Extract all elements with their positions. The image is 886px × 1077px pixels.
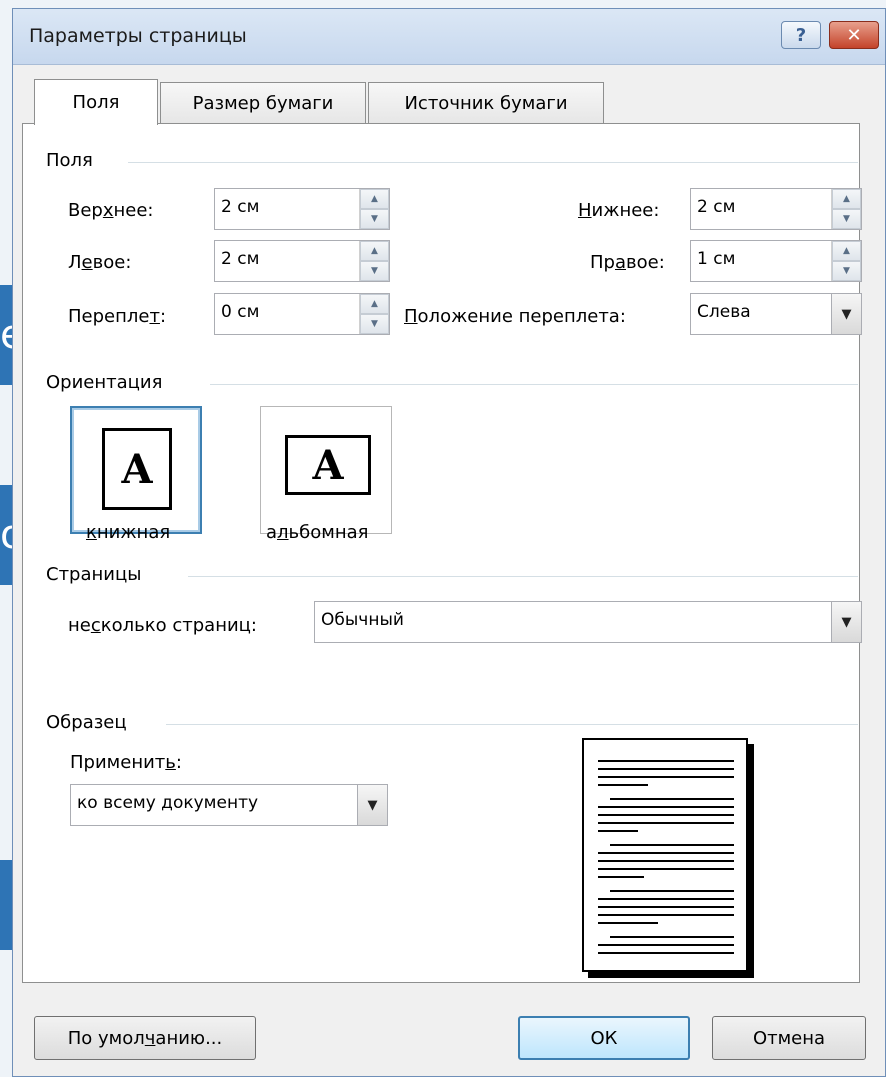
preview-line [598,906,734,908]
right-margin-spinner[interactable]: ▲ ▼ [831,241,861,281]
bottom-margin-spinner[interactable]: ▲ ▼ [831,189,861,229]
preview-line [598,784,648,786]
preview-line [598,914,734,916]
preview-line [598,860,734,862]
tab-paper-size[interactable]: Размер бумаги [160,82,366,124]
portrait-page-icon: A [102,428,172,510]
preview-line [598,806,734,808]
spin-down-icon[interactable]: ▼ [832,209,861,229]
gutter-position-value: Слева [697,302,751,322]
landscape-page-icon: A [285,435,371,495]
ok-button[interactable]: ОК [518,1016,690,1060]
top-margin-value: 2 см [221,197,260,217]
spin-down-icon[interactable]: ▼ [360,261,389,281]
multiple-pages-value: Обычный [321,610,404,630]
preview-line [610,844,734,846]
left-margin-label: Левое: [68,252,132,273]
landscape-label: альбомная [266,522,369,543]
group-divider [210,384,858,385]
gutter-position-label: Положение переплета: [404,306,626,327]
background-fragment: o [0,485,12,585]
preview-line [598,944,734,946]
sample-group-label: Образец [46,712,127,733]
top-margin-label: Верхнее: [68,200,154,221]
spin-up-icon[interactable]: ▲ [360,189,389,209]
help-icon: ? [795,24,807,46]
tab-paper-source[interactable]: Источник бумаги [368,82,604,124]
multiple-pages-label: несколько страниц: [68,615,257,636]
title-bar: Параметры страницы ? ✕ [13,9,885,65]
spin-down-icon[interactable]: ▼ [360,209,389,229]
window-title: Параметры страницы [29,25,247,47]
cancel-button[interactable]: Отмена [712,1016,866,1060]
spin-up-icon[interactable]: ▲ [360,241,389,261]
landscape-option[interactable]: A [260,406,392,534]
group-divider [128,162,858,163]
spin-up-icon[interactable]: ▲ [832,241,861,261]
dropdown-arrow-icon[interactable]: ▼ [357,785,387,825]
background-fragment: e [0,285,12,385]
preview-line [598,814,734,816]
dropdown-arrow-icon[interactable]: ▼ [831,602,861,642]
apply-to-select[interactable]: ко всему документу [70,784,388,826]
background-fragment [0,860,12,950]
set-default-button[interactable]: По умол ч анию... [34,1016,256,1060]
orientation-group-label: Ориентация [46,372,163,393]
preview-line [598,876,644,878]
gutter-spinner[interactable]: ▲ ▼ [359,294,389,334]
margins-group-label: Поля [46,150,93,171]
group-divider [188,576,858,577]
preview-line [598,922,658,924]
bottom-margin-value: 2 см [697,197,736,217]
apply-to-label: Применить: [70,752,182,773]
portrait-option[interactable]: A [70,406,202,534]
close-icon: ✕ [846,24,862,46]
preview-line [598,768,734,770]
right-margin-label: Правое: [590,252,665,273]
preview-line [610,936,734,938]
top-margin-spinner[interactable]: ▲ ▼ [359,189,389,229]
preview-line [598,760,734,762]
preview-line [598,898,734,900]
dropdown-arrow-icon[interactable]: ▼ [831,294,861,334]
group-divider [166,724,858,725]
page-preview [582,738,748,972]
spin-up-icon[interactable]: ▲ [360,294,389,314]
close-button[interactable]: ✕ [829,21,879,49]
apply-to-value: ко всему документу [77,793,259,813]
preview-line [598,776,734,778]
preview-line [598,852,734,854]
spin-down-icon[interactable]: ▼ [360,314,389,334]
bottom-margin-label: Нижнее: [578,200,660,221]
preview-line [598,822,734,824]
preview-line [598,830,638,832]
preview-line [610,798,734,800]
tab-margins[interactable]: Поля [34,79,158,125]
pages-group-label: Страницы [46,564,142,585]
left-margin-spinner[interactable]: ▲ ▼ [359,241,389,281]
preview-line [610,890,734,892]
spin-down-icon[interactable]: ▼ [832,261,861,281]
gutter-label: Переплет: [68,306,167,327]
spin-up-icon[interactable]: ▲ [832,189,861,209]
left-margin-value: 2 см [221,249,260,269]
portrait-label: книжная [86,522,171,543]
preview-line [598,868,734,870]
gutter-value: 0 см [221,302,260,322]
preview-line [598,952,734,954]
help-button[interactable]: ? [781,21,821,49]
right-margin-value: 1 см [697,249,736,269]
multiple-pages-select[interactable]: Обычный [314,601,862,643]
